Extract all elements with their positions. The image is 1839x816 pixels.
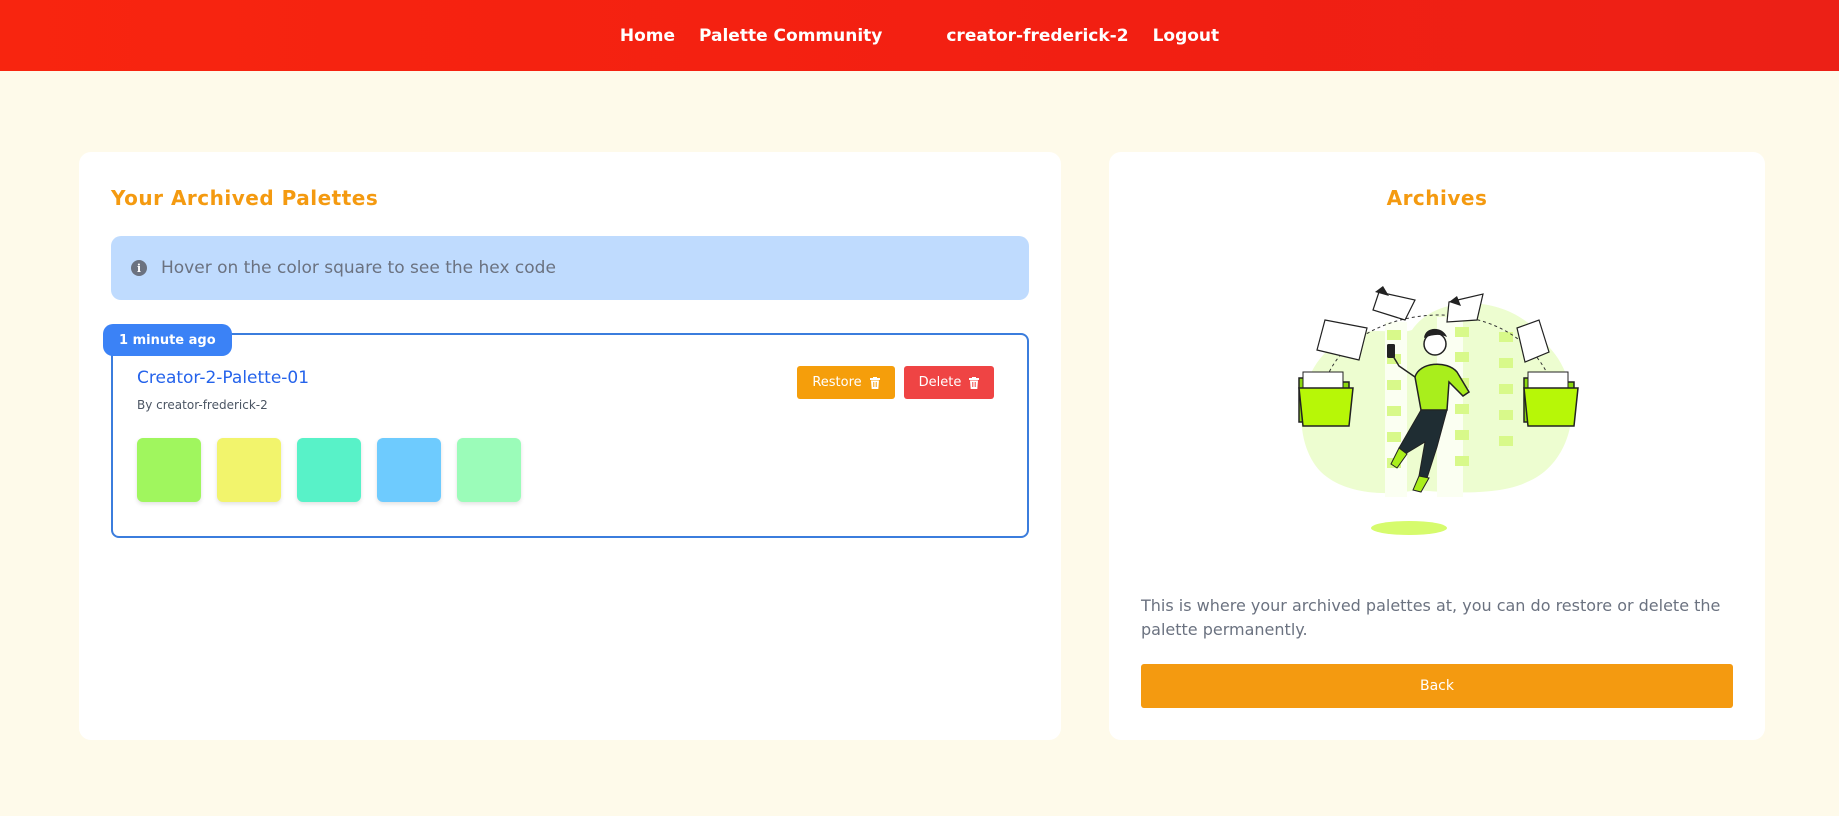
trash-icon xyxy=(969,376,980,389)
top-navbar: Home Palette Community creator-frederick… xyxy=(0,0,1839,71)
palette-name[interactable]: Creator-2-Palette-01 xyxy=(137,368,309,388)
archives-title: Archives xyxy=(1386,186,1488,210)
palette-card: Creator-2-Palette-01 By creator-frederic… xyxy=(111,333,1029,538)
trash-icon xyxy=(869,376,880,389)
archives-description: This is where your archived palettes at,… xyxy=(1141,596,1721,639)
restore-button[interactable]: Restore xyxy=(797,366,895,399)
restore-button-label: Restore xyxy=(812,375,862,390)
delete-button-label: Delete xyxy=(918,375,962,390)
palette-author: By creator-frederick-2 xyxy=(137,398,268,412)
color-swatch[interactable] xyxy=(137,438,201,502)
nav-community-link[interactable]: Palette Community xyxy=(699,26,882,46)
nav-logout-link[interactable]: Logout xyxy=(1153,26,1220,46)
color-swatches xyxy=(137,438,521,502)
color-swatch[interactable] xyxy=(377,438,441,502)
archives-info-card: Archives This is where your archived pal… xyxy=(1109,152,1765,740)
info-alert: i Hover on the color square to see the h… xyxy=(111,236,1029,300)
delete-button[interactable]: Delete xyxy=(904,366,994,399)
back-button[interactable]: Back xyxy=(1141,664,1733,708)
nav-home-link[interactable]: Home xyxy=(620,26,675,46)
color-swatch[interactable] xyxy=(457,438,521,502)
archived-palettes-title: Your Archived Palettes xyxy=(111,186,379,210)
color-swatch[interactable] xyxy=(297,438,361,502)
color-swatch[interactable] xyxy=(217,438,281,502)
nav-user-link[interactable]: creator-frederick-2 xyxy=(946,26,1128,46)
info-icon: i xyxy=(131,260,147,276)
main-nav: Home Palette Community creator-frederick… xyxy=(620,26,1219,46)
archives-illustration xyxy=(1298,286,1579,535)
archived-palettes-card: Your Archived Palettes i Hover on the co… xyxy=(79,152,1061,740)
time-badge: 1 minute ago xyxy=(103,324,232,356)
info-alert-text: Hover on the color square to see the hex… xyxy=(161,258,556,278)
